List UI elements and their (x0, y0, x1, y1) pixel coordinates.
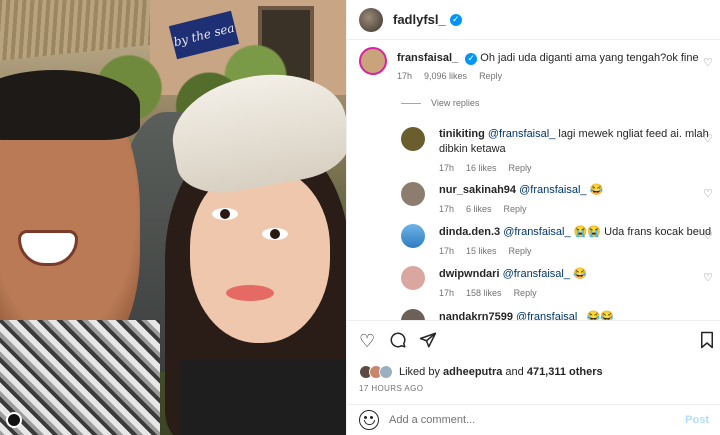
commenter-avatar[interactable] (401, 127, 425, 151)
comment-mention[interactable]: @fransfaisal_ (503, 268, 570, 280)
comment-line: nur_sakinah94 @fransfaisal_ 😂 (439, 183, 603, 198)
liked-by-user[interactable]: adheeputra (443, 366, 502, 378)
emoji-icon[interactable] (359, 410, 379, 430)
comment-text: 😂 (573, 268, 587, 280)
comment-text: 😭😭 Uda frans kocak beud (573, 226, 712, 238)
tagged-users-icon[interactable] (6, 412, 22, 428)
comment-meta: 17h 6 likes Reply (439, 204, 527, 214)
liked-by: Liked by adheeputra and 471,311 others (359, 365, 603, 379)
comment-mention[interactable]: @fransfaisal_ (519, 184, 586, 196)
reply-item: dwipwndari @fransfaisal_ 😂 17h 158 likes… (347, 266, 720, 306)
comment-line: tinikiting @fransfaisal_ lagi mewek ngli… (439, 127, 709, 142)
reply-button[interactable]: Reply (479, 71, 502, 81)
comment-likes[interactable]: 9,096 likes (424, 71, 467, 81)
reply-button[interactable]: Reply (509, 163, 532, 173)
reply-button[interactable]: Reply (514, 288, 537, 298)
likes-count[interactable]: 471,311 others (527, 366, 603, 378)
like-heart-icon[interactable]: ♡ (703, 57, 715, 69)
liked-by-text: Liked by adheeputra and 471,311 others (399, 366, 603, 378)
comments-list[interactable]: fransfaisal_ ✓ Oh jadi uda diganti ama y… (347, 41, 720, 320)
comment-meta: 17h 158 likes Reply (439, 288, 537, 298)
comment-text: 😂 (589, 184, 604, 196)
like-heart-icon[interactable]: ♡ (703, 272, 715, 284)
post-side-panel: fadlyfsl_ ✓ fransfaisal_ ✓ Oh jadi uda d… (346, 0, 720, 435)
commenter-avatar[interactable] (359, 47, 387, 75)
reply-button[interactable]: Reply (509, 246, 532, 256)
like-heart-icon[interactable]: ♡ (703, 188, 715, 200)
liked-by-prefix: Liked by (399, 366, 440, 378)
view-replies-button[interactable]: View replies (401, 98, 479, 108)
comment-mention[interactable]: @fransfaisal_ (488, 128, 555, 140)
liked-by-and: and (505, 366, 524, 378)
like-heart-icon[interactable]: ♡ (703, 133, 715, 145)
comment-line: dwipwndari @fransfaisal_ 😂 (439, 267, 587, 282)
photo-woman-face (190, 168, 330, 343)
comment-username[interactable]: nandakrn7599 (439, 311, 513, 320)
comment-likes[interactable]: 6 likes (466, 204, 492, 214)
reply-item: nur_sakinah94 @fransfaisal_ 😂 17h 6 like… (347, 182, 720, 222)
comment-item: fransfaisal_ ✓ Oh jadi uda diganti ama y… (347, 47, 720, 97)
save-bookmark-icon[interactable] (699, 331, 715, 354)
post-header: fadlyfsl_ ✓ (347, 0, 720, 40)
comment-line: dinda.den.3 @fransfaisal_ 😭😭 Uda frans k… (439, 225, 711, 240)
comment-time: 17h (397, 71, 413, 81)
comment-mention[interactable]: @fransfaisal_ (503, 226, 570, 238)
post-timestamp: 17 HOURS AGO (359, 384, 424, 393)
reply-button[interactable]: Reply (504, 204, 527, 214)
verified-badge-icon: ✓ (449, 13, 462, 26)
verified-badge-icon: ✓ (465, 52, 478, 65)
post-button[interactable]: Post (685, 414, 709, 426)
comment-composer: Post (347, 404, 720, 435)
comment-text: 😂😂 (586, 311, 614, 320)
comment-likes[interactable]: 15 likes (466, 246, 497, 256)
commenter-avatar[interactable] (401, 224, 425, 248)
comment-time: 17h (439, 163, 455, 173)
comment-line: nandakrn7599 @fransfaisal_ 😂😂 (439, 310, 614, 320)
comment-time: 17h (439, 288, 455, 298)
comment-username[interactable]: nur_sakinah94 (439, 184, 516, 196)
comment-time: 17h (439, 204, 455, 214)
liker-avatar (379, 365, 393, 379)
like-heart-icon[interactable]: ♡ (359, 331, 375, 352)
photo-man-shirt (0, 320, 160, 435)
comment-meta: 17h 16 likes Reply (439, 163, 532, 173)
replies-divider (401, 102, 421, 104)
photo-woman-top (180, 360, 346, 435)
reply-item: tinikiting @fransfaisal_ lagi mewek ngli… (347, 125, 720, 175)
comment-username[interactable]: dwipwndari (439, 268, 500, 280)
commenter-avatar[interactable] (401, 182, 425, 206)
reply-item: nandakrn7599 @fransfaisal_ 😂😂 (347, 309, 720, 320)
share-icon[interactable] (419, 331, 437, 354)
comment-username[interactable]: tinikiting (439, 128, 485, 140)
author-username[interactable]: fadlyfsl_ (393, 12, 446, 27)
like-heart-icon[interactable]: ♡ (703, 230, 715, 242)
comment-likes[interactable]: 16 likes (466, 163, 497, 173)
photo-woman-eye (212, 208, 238, 220)
photo-woman-lips (226, 285, 274, 301)
comment-username[interactable]: fransfaisal_ (397, 52, 458, 64)
comment-text: Oh jadi uda diganti ama yang tengah?ok f… (480, 52, 699, 64)
reply-item: dinda.den.3 @fransfaisal_ 😭😭 Uda frans k… (347, 224, 720, 264)
commenter-avatar[interactable] (401, 309, 425, 320)
comment-mention[interactable]: @fransfaisal_ (516, 311, 583, 320)
comment-line: fransfaisal_ ✓ Oh jadi uda diganti ama y… (397, 51, 699, 66)
comment-meta: 17h 9,096 likes Reply (397, 71, 502, 81)
comment-text: lagi mewek ngliat feed ai. mlah (558, 128, 709, 140)
post-photo[interactable]: by the sea (0, 0, 346, 435)
view-replies-label: View replies (431, 98, 480, 108)
comment-icon[interactable] (389, 331, 407, 354)
commenter-avatar[interactable] (401, 266, 425, 290)
comment-text-continued: dibkin ketawa (439, 143, 506, 155)
comment-likes[interactable]: 158 likes (466, 288, 502, 298)
author-avatar[interactable] (359, 7, 383, 32)
comment-username[interactable]: dinda.den.3 (439, 226, 500, 238)
post-actions: ♡ Liked by adheeputra and 471,311 others… (347, 320, 720, 404)
photo-woman-eye (262, 228, 288, 240)
comment-input[interactable] (389, 414, 686, 426)
comment-meta: 17h 15 likes Reply (439, 246, 532, 256)
comment-time: 17h (439, 246, 455, 256)
